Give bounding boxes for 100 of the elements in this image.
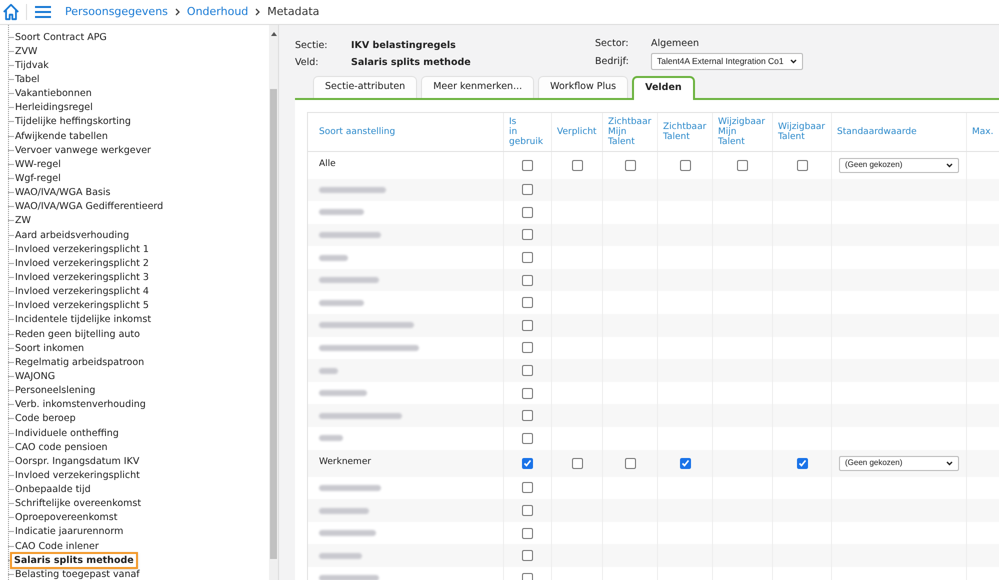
column-header[interactable]: Verplicht [557, 126, 597, 136]
tree-item[interactable]: Invloed verzekeringsplicht 1 [14, 242, 149, 256]
tree-item[interactable]: Afwijkende tabellen [14, 130, 108, 143]
checkbox[interactable] [522, 505, 533, 516]
tab[interactable]: Sectie-attributen [313, 76, 418, 98]
checkbox[interactable] [796, 458, 808, 469]
tree-item[interactable]: Aard arbeidsverhouding [14, 228, 130, 242]
tree-item[interactable]: Invloed verzekeringsplicht 2 [14, 256, 149, 270]
redacted-text [319, 530, 376, 536]
checkbox[interactable] [680, 160, 690, 170]
checkbox[interactable] [522, 160, 533, 170]
tree-item[interactable]: CAO Code inlener [14, 540, 99, 553]
checkbox[interactable] [522, 365, 533, 376]
checkbox[interactable] [522, 528, 533, 539]
tree-item[interactable]: Invloed verzekeringsplicht 4 [14, 285, 149, 298]
breadcrumb-link[interactable]: Persoonsgegevens [65, 4, 168, 20]
column-header[interactable]: Soort aanstelling [319, 126, 396, 136]
column-header[interactable]: Zichtbaar Mijn Talent [608, 116, 652, 146]
tree-item[interactable]: Herleidingsregel [14, 101, 93, 114]
tree-item[interactable]: Regelmatig arbeidspatroon [14, 356, 144, 369]
column-header[interactable]: Is in gebruik [509, 116, 544, 146]
column-header[interactable]: Wijzigbaar Mijn Talent [718, 116, 766, 146]
checkbox[interactable] [624, 458, 636, 469]
tree-item[interactable]: Individuele ontheffing [14, 426, 119, 440]
column-header[interactable]: Standaardwaarde [837, 126, 917, 136]
company-select[interactable]: Talent4A External Integration Co1 [651, 53, 803, 70]
tree-item[interactable]: Tabel [14, 72, 40, 86]
redacted-text [319, 277, 379, 284]
checkbox[interactable] [522, 432, 533, 444]
checkbox[interactable] [522, 482, 533, 494]
tree-item[interactable]: Indicatie jaarurennorm [14, 525, 124, 538]
tree-item[interactable]: Vakantiebonnen [14, 87, 92, 100]
field-value: Algemeen [651, 37, 700, 52]
tree-item[interactable]: Salaris splits methode [10, 552, 138, 569]
scroll-up-icon[interactable] [270, 32, 276, 36]
checkbox[interactable] [522, 274, 533, 286]
checkbox[interactable] [522, 229, 533, 240]
tree-item[interactable]: Schriftelijke overeenkomst [14, 497, 142, 510]
checkbox[interactable] [522, 410, 533, 422]
tab[interactable]: Velden [632, 76, 695, 100]
column-header[interactable]: Wijzigbaar Talent [778, 122, 826, 142]
tree-item[interactable]: WAO/IVA/WGA Basis [14, 186, 110, 200]
tree-item[interactable]: Belasting toegepast vanaf [14, 568, 140, 580]
tree-item[interactable]: Invloed verzekeringsplicht 5 [14, 299, 149, 312]
redacted-text [319, 209, 364, 216]
checkbox[interactable] [522, 458, 533, 469]
redacted-text [319, 435, 343, 442]
home-icon[interactable] [2, 3, 20, 21]
tree-item[interactable]: Personeelslening [14, 384, 96, 398]
tree-item[interactable]: Code beroep [14, 412, 76, 426]
redacted-text [319, 552, 362, 559]
tree-item[interactable]: Invloed verzekeringsplicht 3 [14, 270, 149, 284]
tree-item[interactable]: Verb. inkomstenverhouding [14, 398, 146, 412]
tree-item[interactable]: Vervoer vanwege werkgever [14, 144, 151, 157]
checkbox[interactable] [572, 458, 582, 469]
tree-item[interactable]: Soort inkomen [14, 342, 84, 355]
tree-item[interactable]: WAO/IVA/WGA Gedifferentieerd [14, 200, 164, 214]
tree-item[interactable]: Invloed verzekeringsplicht [14, 468, 140, 482]
checkbox[interactable] [522, 252, 533, 264]
checkbox[interactable] [522, 550, 533, 562]
field-label: Sectie: [295, 39, 329, 53]
checkbox[interactable] [522, 388, 533, 399]
chevron-down-icon [946, 162, 953, 168]
checkbox[interactable] [680, 458, 690, 469]
tree-item[interactable]: WW-regel [14, 158, 61, 171]
tree-item[interactable]: CAO code pensioen [14, 440, 108, 454]
column-header[interactable]: Max. [972, 126, 994, 136]
tree-item[interactable]: ZVW [14, 44, 38, 58]
tree-item[interactable]: WAJONG [14, 370, 56, 383]
tree-item[interactable]: Soort Contract APG [14, 30, 107, 44]
tree-item[interactable]: Onbepaalde tijd [14, 483, 91, 496]
checkbox[interactable] [522, 297, 533, 308]
tree-item[interactable]: Reden geen bijtelling auto [14, 328, 140, 341]
field-label: Bedrijf: [595, 54, 630, 69]
scrollbar[interactable] [269, 25, 278, 580]
menu-icon[interactable] [35, 6, 51, 18]
redacted-text [319, 390, 367, 396]
checkbox[interactable] [522, 342, 533, 354]
default-value-select[interactable]: (Geen gekozen) [839, 158, 959, 172]
tree-item[interactable]: Tijdelijke heffingskorting [14, 115, 131, 128]
checkbox[interactable] [522, 320, 533, 331]
chevron-icon [255, 8, 260, 16]
checkbox[interactable] [522, 184, 533, 196]
field-label: Veld: [295, 56, 320, 70]
checkbox[interactable] [624, 160, 636, 170]
tree-item[interactable]: ZW [14, 214, 31, 228]
tab[interactable]: Workflow Plus [538, 76, 628, 98]
column-header[interactable]: Zichtbaar Talent [663, 122, 706, 142]
tree-item[interactable]: Tijdvak [14, 58, 49, 72]
checkbox[interactable] [572, 160, 582, 170]
checkbox[interactable] [796, 160, 808, 170]
tree-item[interactable]: Wgf-regel [14, 172, 61, 185]
tab[interactable]: Meer kenmerken... [421, 76, 534, 98]
tree-item[interactable]: Incidentele tijdelijke inkomst [14, 313, 152, 326]
breadcrumb-link[interactable]: Onderhoud [186, 4, 248, 20]
tree-item[interactable]: Oproepovereenkomst [14, 511, 118, 524]
checkbox[interactable] [737, 160, 748, 170]
checkbox[interactable] [522, 206, 533, 218]
tree-item[interactable]: Oorspr. Ingangsdatum IKV [14, 454, 140, 468]
default-value-select[interactable]: (Geen gekozen) [839, 456, 959, 471]
